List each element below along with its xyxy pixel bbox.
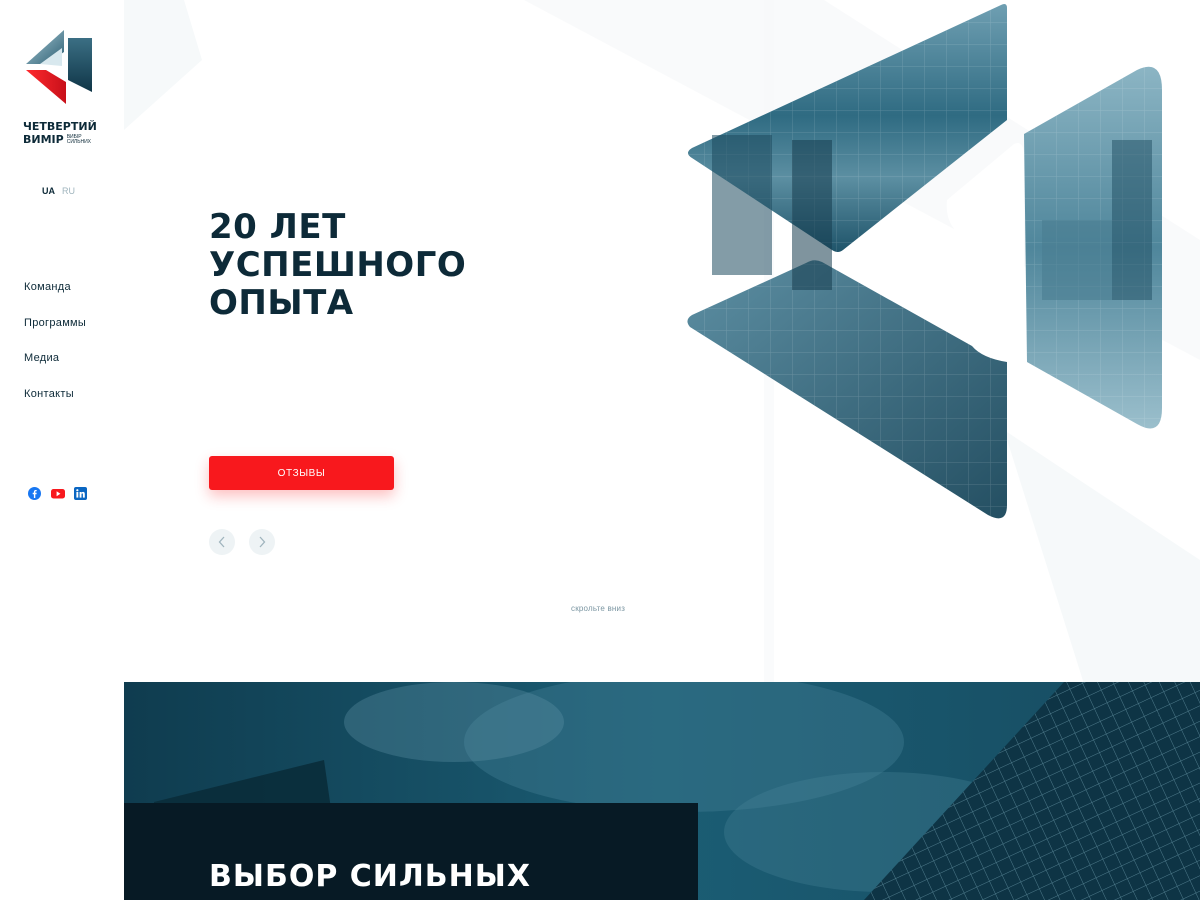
sidebar: ЧЕТВЕРТИЙ ВИМІР ВИБІР СИЛЬНИХ UA RU Кома… [0,0,124,684]
brand-wordmark: ЧЕТВЕРТИЙ ВИМІР ВИБІР СИЛЬНИХ [23,120,103,146]
hero-title-line: ОПЫТА [209,283,354,323]
lang-ua[interactable]: UA [42,186,55,196]
brand-tagline: ВИБІР СИЛЬНИХ [66,133,92,145]
hero-title-line: УСПЕШНОГО [209,245,467,285]
hero-section: 20 ЛЕТ УСПЕШНОГО ОПЫТА ОТЗЫВЫ скрольте в… [124,0,1200,684]
brand-logo[interactable] [22,24,96,108]
slider-next-button[interactable] [249,529,275,555]
slider-prev-button[interactable] [209,529,235,555]
facebook-icon[interactable] [28,487,41,500]
nav-item-media[interactable]: Медиа [24,352,86,388]
main-nav: Команда Программы Медиа Контакты [24,281,86,424]
nav-item-team[interactable]: Команда [24,281,86,317]
section-title: ВЫБОР СИЛЬНЫХ [209,859,531,894]
language-switcher: UA RU [42,186,75,196]
reviews-button[interactable]: ОТЗЫВЫ [209,456,394,490]
strong-choice-section: ВЫБОР СИЛЬНЫХ [124,682,1200,900]
nav-item-contacts[interactable]: Контакты [24,388,86,424]
lang-ru[interactable]: RU [62,186,75,196]
sidebar-lower-fill [0,684,124,900]
brand-name-line2: ВИМІР [23,133,64,146]
hero-title-line: 20 ЛЕТ [209,207,346,247]
youtube-icon[interactable] [51,487,65,500]
social-links [28,487,87,500]
nav-item-programs[interactable]: Программы [24,317,86,353]
brand-name-line1: ЧЕТВЕРТИЙ [23,120,97,133]
chevron-right-icon [259,536,266,548]
hero-triangles-graphic [687,4,1162,519]
hero-title: 20 ЛЕТ УСПЕШНОГО ОПЫТА [209,208,569,322]
chevron-left-icon [218,536,225,548]
linkedin-icon[interactable] [74,487,87,500]
scroll-down-hint[interactable]: скрольте вниз [571,604,625,613]
